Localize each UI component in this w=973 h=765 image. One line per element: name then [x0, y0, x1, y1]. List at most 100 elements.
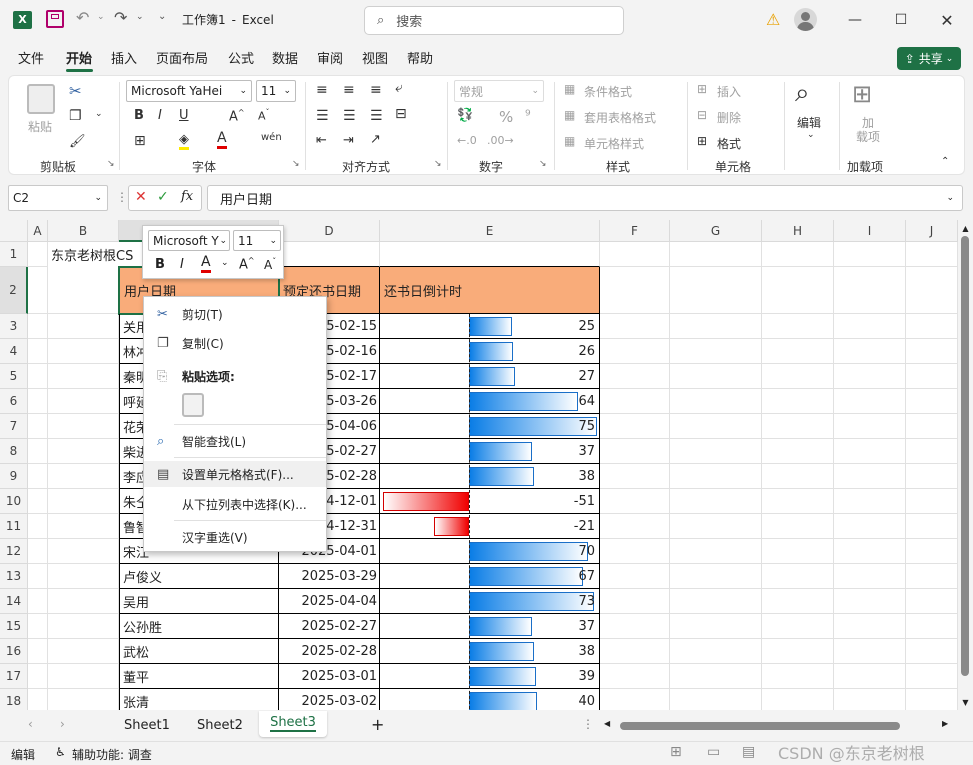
- align-right-icon[interactable]: ☰: [370, 108, 383, 124]
- conditional-format-button[interactable]: 条件格式: [584, 83, 632, 100]
- grid-cell[interactable]: [834, 639, 906, 664]
- grid-cell[interactable]: [600, 589, 670, 614]
- mini-italic-button[interactable]: I: [180, 257, 184, 272]
- formula-input[interactable]: 用户日期 ⌄: [207, 185, 963, 211]
- redo-dropdown-icon[interactable]: ⌄: [136, 12, 144, 22]
- grid-cell[interactable]: [28, 689, 48, 710]
- next-sheet-icon[interactable]: ›: [60, 717, 65, 731]
- row-header-14[interactable]: 14: [0, 589, 28, 614]
- fill-color-icon[interactable]: ◈: [179, 132, 189, 150]
- menu-item-cut[interactable]: ✂ 剪切(T): [144, 301, 326, 327]
- currency-icon[interactable]: 💱: [457, 108, 473, 123]
- grid-cell[interactable]: [600, 267, 670, 314]
- name-cell[interactable]: 吴用: [119, 589, 279, 614]
- grid-cell[interactable]: [600, 414, 670, 439]
- select-all-corner[interactable]: [0, 220, 28, 242]
- grid-cell[interactable]: [48, 364, 119, 389]
- row-header-7[interactable]: 7: [0, 414, 28, 439]
- grid-cell[interactable]: [600, 242, 670, 267]
- tab-view[interactable]: 视图: [362, 48, 388, 67]
- page-break-view-icon[interactable]: ▤: [742, 744, 755, 760]
- grid-cell[interactable]: [600, 489, 670, 514]
- grid-cell[interactable]: [670, 314, 762, 339]
- row-header-8[interactable]: 8: [0, 439, 28, 464]
- grid-cell[interactable]: [762, 639, 834, 664]
- row-header-3[interactable]: 3: [0, 314, 28, 339]
- grid-cell[interactable]: [600, 564, 670, 589]
- grid-cell[interactable]: [48, 564, 119, 589]
- cell-d1[interactable]: [279, 242, 380, 267]
- grid-cell[interactable]: [48, 464, 119, 489]
- grid-cell[interactable]: [762, 267, 834, 314]
- bold-button[interactable]: B: [134, 108, 144, 123]
- font-name-select[interactable]: Microsoft YaHei ⌄: [126, 80, 252, 102]
- share-button[interactable]: ⇪ 共享 ⌄: [897, 47, 961, 70]
- grid-cell[interactable]: [906, 689, 958, 710]
- grid-cell[interactable]: [28, 314, 48, 339]
- grid-cell[interactable]: [906, 414, 958, 439]
- grid-cell[interactable]: [834, 414, 906, 439]
- grid-cell[interactable]: [834, 489, 906, 514]
- grid-cell[interactable]: [906, 242, 958, 267]
- grid-cell[interactable]: [762, 242, 834, 267]
- grid-cell[interactable]: [600, 639, 670, 664]
- prev-sheet-icon[interactable]: ‹: [28, 717, 33, 731]
- grid-cell[interactable]: [906, 489, 958, 514]
- grid-cell[interactable]: [670, 464, 762, 489]
- mini-font-select[interactable]: Microsoft Y ⌄: [148, 230, 230, 251]
- save-icon[interactable]: [46, 10, 64, 28]
- align-left-icon[interactable]: ☰: [316, 108, 329, 124]
- page-layout-view-icon[interactable]: ▭: [707, 744, 720, 760]
- grid-cell[interactable]: [834, 267, 906, 314]
- tab-help[interactable]: 帮助: [407, 48, 433, 67]
- italic-button[interactable]: I: [158, 108, 162, 123]
- scroll-down-icon[interactable]: ▼: [958, 698, 973, 707]
- tab-more-icon[interactable]: ⋮: [582, 717, 594, 731]
- insert-cells-button[interactable]: 插入: [717, 83, 741, 100]
- grid-cell[interactable]: [762, 589, 834, 614]
- column-header-e[interactable]: E: [380, 220, 600, 242]
- grid-cell[interactable]: [600, 389, 670, 414]
- grid-cell[interactable]: [48, 514, 119, 539]
- increase-indent-icon[interactable]: ⇥: [343, 133, 354, 148]
- grid-cell[interactable]: [762, 514, 834, 539]
- percent-icon[interactable]: %: [499, 108, 513, 126]
- name-cell[interactable]: 武松: [119, 639, 279, 664]
- header-cell[interactable]: 还书日倒计时: [380, 267, 600, 314]
- grid-cell[interactable]: [762, 664, 834, 689]
- mini-increase-font-icon[interactable]: A^: [239, 256, 255, 272]
- menu-item-copy[interactable]: ❐ 复制(C): [144, 330, 326, 356]
- undo-icon[interactable]: ↶: [76, 8, 89, 27]
- grid-cell[interactable]: [906, 389, 958, 414]
- grid-cell[interactable]: [48, 267, 119, 314]
- grid-cell[interactable]: [28, 614, 48, 639]
- grid-cell[interactable]: [762, 339, 834, 364]
- name-cell[interactable]: 董平: [119, 664, 279, 689]
- grid-cell[interactable]: [48, 489, 119, 514]
- grid-cell[interactable]: [600, 614, 670, 639]
- borders-icon[interactable]: ⊞: [134, 133, 146, 149]
- sheet-tab-1[interactable]: Sheet1: [124, 718, 170, 733]
- addin-button[interactable]: 加 载项: [854, 116, 882, 144]
- decrease-decimal-icon[interactable]: .00→: [487, 134, 514, 147]
- grid-cell[interactable]: [670, 639, 762, 664]
- grid-cell[interactable]: [28, 339, 48, 364]
- grid-cell[interactable]: [762, 564, 834, 589]
- addin-icon[interactable]: ⊞: [852, 80, 872, 108]
- grid-cell[interactable]: [28, 414, 48, 439]
- tab-review[interactable]: 审阅: [317, 48, 343, 67]
- grid-cell[interactable]: [834, 689, 906, 710]
- grid-cell[interactable]: [762, 439, 834, 464]
- paste-option-icon[interactable]: [182, 393, 204, 417]
- editing-button[interactable]: 编辑: [797, 114, 821, 131]
- cancel-entry-icon[interactable]: ✕: [135, 189, 147, 205]
- grid-cell[interactable]: [600, 689, 670, 710]
- date-cell[interactable]: 2025-03-29: [279, 564, 380, 589]
- mini-font-color-dropdown-icon[interactable]: ⌄: [221, 258, 229, 268]
- avatar[interactable]: [794, 8, 817, 31]
- grid-cell[interactable]: [906, 439, 958, 464]
- row-header-4[interactable]: 4: [0, 339, 28, 364]
- merge-center-icon[interactable]: ⊟: [395, 106, 407, 122]
- grid-cell[interactable]: [48, 339, 119, 364]
- tab-formulas[interactable]: 公式: [228, 48, 254, 67]
